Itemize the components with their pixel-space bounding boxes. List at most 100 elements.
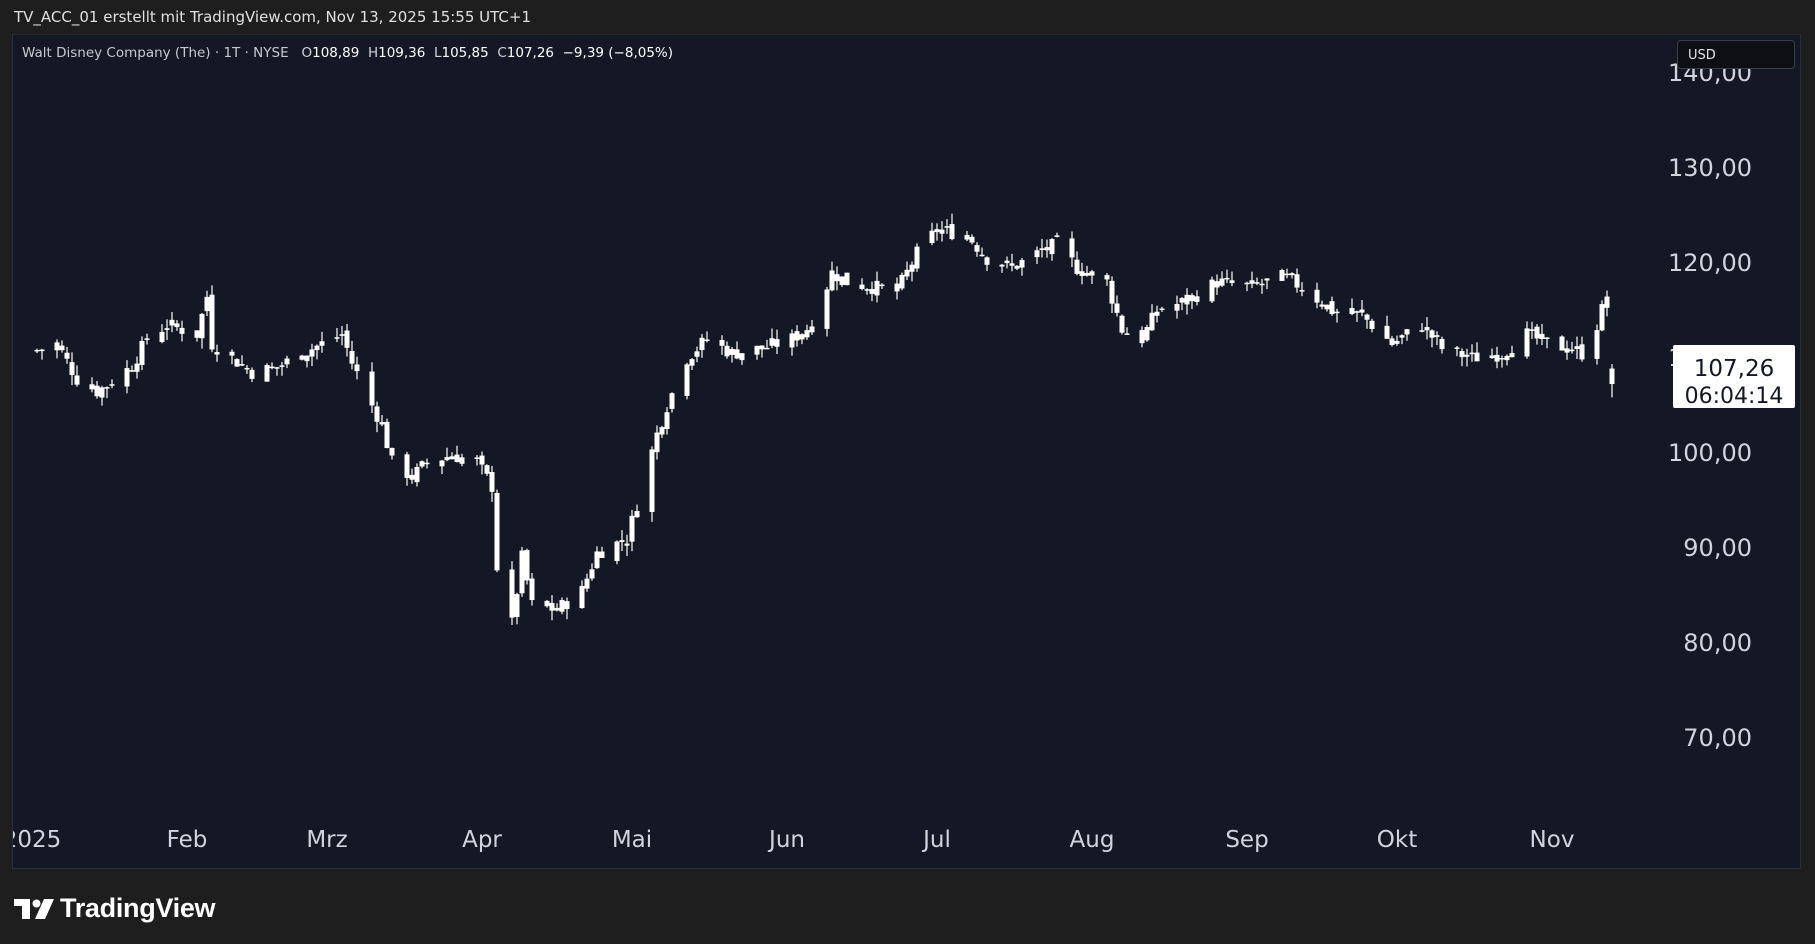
- candle-body: [1214, 281, 1220, 288]
- candle-body: [1559, 336, 1565, 351]
- candle-body: [1319, 304, 1325, 307]
- candle-body: [1054, 235, 1060, 237]
- candle-body: [984, 257, 990, 265]
- candle-body: [1474, 352, 1480, 362]
- candle-body: [94, 385, 100, 397]
- candle-body: [1149, 312, 1155, 331]
- candle-body: [349, 351, 355, 364]
- candle-body: [554, 607, 560, 611]
- candle-body: [344, 330, 350, 348]
- candle-body: [649, 449, 655, 512]
- candle-body: [794, 331, 800, 341]
- candle-body: [159, 331, 165, 342]
- candle-body: [624, 543, 630, 546]
- candle-body: [594, 551, 600, 569]
- candle-body: [909, 264, 915, 272]
- candle-body: [834, 274, 840, 282]
- candle-body: [1104, 275, 1110, 280]
- candle-body: [584, 578, 590, 589]
- candle-body: [174, 323, 180, 328]
- candle-body: [1284, 273, 1290, 276]
- candle-body: [1419, 330, 1425, 332]
- candle-body: [1114, 303, 1120, 313]
- x-tick-label: Jul: [921, 827, 951, 853]
- candle-body: [684, 364, 690, 396]
- candle-body: [1174, 304, 1180, 311]
- candle-body: [1089, 271, 1095, 276]
- candle-body: [1424, 327, 1430, 331]
- candle-body: [199, 313, 205, 339]
- candle-body: [974, 245, 980, 252]
- candle-body: [444, 457, 450, 461]
- candle-body: [1279, 270, 1285, 281]
- candle-body: [214, 352, 220, 355]
- candle-body: [204, 296, 210, 312]
- candle-body: [389, 447, 395, 456]
- candle-body: [1019, 259, 1025, 268]
- candle-body: [599, 551, 605, 558]
- candle-body: [339, 334, 345, 336]
- candle-body: [1119, 315, 1125, 333]
- candle-body: [1294, 274, 1300, 288]
- candle-body: [1209, 279, 1215, 302]
- x-tick-label: Apr: [462, 827, 502, 853]
- open-label: O: [301, 45, 313, 61]
- currency-button[interactable]: USD: [1677, 40, 1795, 69]
- price-chart[interactable]: 140,00130,00120,00110,00100,0090,0080,00…: [0, 0, 1815, 944]
- candle-body: [689, 359, 695, 366]
- candle-body: [944, 226, 950, 228]
- candle-body: [874, 280, 880, 296]
- candle-body: [829, 270, 835, 291]
- candle-body: [299, 355, 305, 360]
- candle-body: [319, 341, 325, 346]
- candle-body: [1459, 351, 1465, 358]
- candle-body: [549, 602, 555, 611]
- symbol-name[interactable]: Walt Disney Company (The) · 1T · NYSE: [22, 45, 289, 61]
- candle-body: [579, 585, 585, 609]
- candle-body: [134, 363, 140, 372]
- x-tick-label: Aug: [1070, 827, 1115, 853]
- candle-body: [524, 549, 530, 581]
- candle-body: [739, 353, 745, 361]
- candle-body: [144, 338, 150, 340]
- candle-body: [209, 294, 215, 350]
- candle-body: [1564, 348, 1570, 353]
- candle-body: [1264, 278, 1270, 281]
- x-tick-label: Feb: [167, 827, 208, 853]
- candle-body: [1439, 338, 1445, 350]
- candle-body: [774, 339, 780, 347]
- candle-body: [1189, 295, 1195, 302]
- candle-body: [1529, 329, 1535, 331]
- candle-body: [479, 455, 485, 465]
- candle-body: [704, 339, 710, 342]
- symbol-legend[interactable]: Walt Disney Company (The) · 1T · NYSE O1…: [22, 45, 673, 61]
- candle-body: [804, 330, 810, 338]
- candle-body: [544, 600, 550, 607]
- candle-body: [269, 366, 275, 369]
- candle-body: [474, 457, 480, 459]
- candle-body: [529, 578, 535, 601]
- candle-body: [1469, 352, 1475, 355]
- candle-body: [244, 367, 250, 370]
- y-tick-label: 100,00: [1668, 439, 1752, 467]
- candle-body: [729, 348, 735, 355]
- candle-body: [1249, 280, 1255, 284]
- candle-body: [619, 540, 625, 542]
- candle-body: [1039, 248, 1045, 250]
- candle-body: [169, 319, 175, 326]
- candle-body: [1079, 271, 1085, 276]
- candle-body: [824, 289, 830, 329]
- candle-body: [454, 454, 460, 463]
- candle-body: [1034, 250, 1040, 258]
- candle-body: [439, 460, 445, 467]
- tradingview-logo[interactable]: TradingView: [14, 893, 216, 924]
- candle-body: [1464, 354, 1470, 357]
- candle-body: [949, 224, 955, 240]
- candle-body: [1389, 338, 1395, 346]
- candle-body: [369, 371, 375, 406]
- candle-body: [284, 358, 290, 365]
- candle-body: [1049, 239, 1055, 255]
- x-tick-label: Mai: [612, 827, 652, 853]
- high-label: H: [367, 45, 379, 61]
- candle-body: [1329, 301, 1335, 314]
